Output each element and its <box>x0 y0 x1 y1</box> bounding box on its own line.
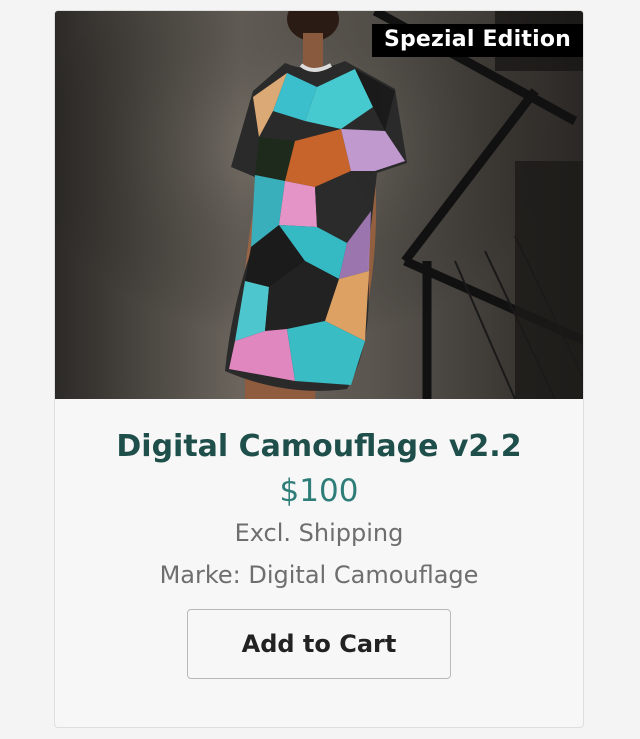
product-info: Digital Camouflage v2.2 $100 Excl. Shipp… <box>55 399 583 679</box>
product-brand: Marke: Digital Camouflage <box>159 561 479 589</box>
product-title[interactable]: Digital Camouflage v2.2 <box>55 427 583 467</box>
shipping-note: Excl. Shipping <box>234 519 404 547</box>
product-image[interactable]: Spezial Edition <box>55 11 583 399</box>
add-to-cart-button[interactable]: Add to Cart <box>187 609 451 679</box>
special-edition-badge: Spezial Edition <box>371 24 583 57</box>
product-card: Spezial Edition Digital Camouflage v2.2 … <box>54 10 584 728</box>
product-price: $100 <box>279 473 359 509</box>
product-photo <box>55 11 583 399</box>
